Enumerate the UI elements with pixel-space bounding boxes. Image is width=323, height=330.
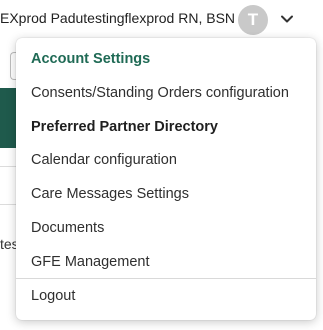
menu-item-preferred-partner-directory[interactable]: Preferred Partner Directory	[16, 110, 316, 144]
avatar[interactable]: T	[238, 5, 268, 35]
background-divider	[0, 166, 16, 167]
user-name[interactable]: EXprod Padutestingflexprod RN, BSN	[0, 10, 235, 26]
avatar-initial: T	[247, 10, 259, 29]
menu-item-consents-standing-orders[interactable]: Consents/Standing Orders configuration	[16, 76, 316, 110]
menu-item-calendar-configuration[interactable]: Calendar configuration	[16, 143, 316, 177]
menu-item-documents[interactable]: Documents	[16, 211, 316, 245]
menu-item-logout[interactable]: Logout	[16, 279, 316, 313]
app-header: EXprod Padutestingflexprod RN, BSN T	[0, 0, 323, 36]
background-divider	[0, 204, 16, 205]
menu-item-care-messages-settings[interactable]: Care Messages Settings	[16, 177, 316, 211]
chevron-down-icon[interactable]	[280, 12, 294, 26]
menu-item-account-settings[interactable]: Account Settings	[16, 42, 316, 76]
background-green-band	[0, 88, 16, 148]
user-dropdown-menu: Account Settings Consents/Standing Order…	[16, 38, 316, 320]
menu-item-gfe-management[interactable]: GFE Management	[16, 245, 316, 279]
